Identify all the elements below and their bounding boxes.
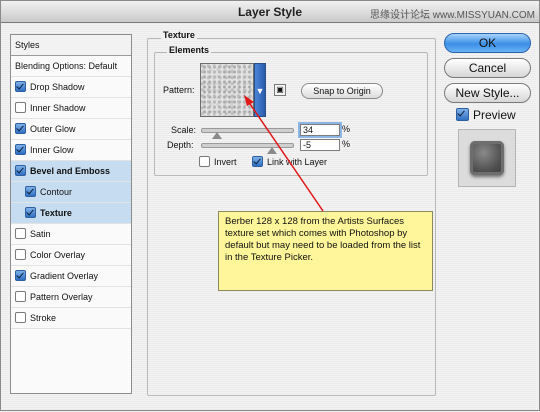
annotation-arrow xyxy=(244,95,324,212)
arrow-line xyxy=(247,100,324,212)
layer-style-dialog: Layer Style 思缘设计论坛 www.MISSYUAN.COM Styl… xyxy=(0,0,540,411)
annotation-note: Berber 128 x 128 from the Artists Surfac… xyxy=(218,211,433,291)
arrow-head xyxy=(244,95,254,106)
